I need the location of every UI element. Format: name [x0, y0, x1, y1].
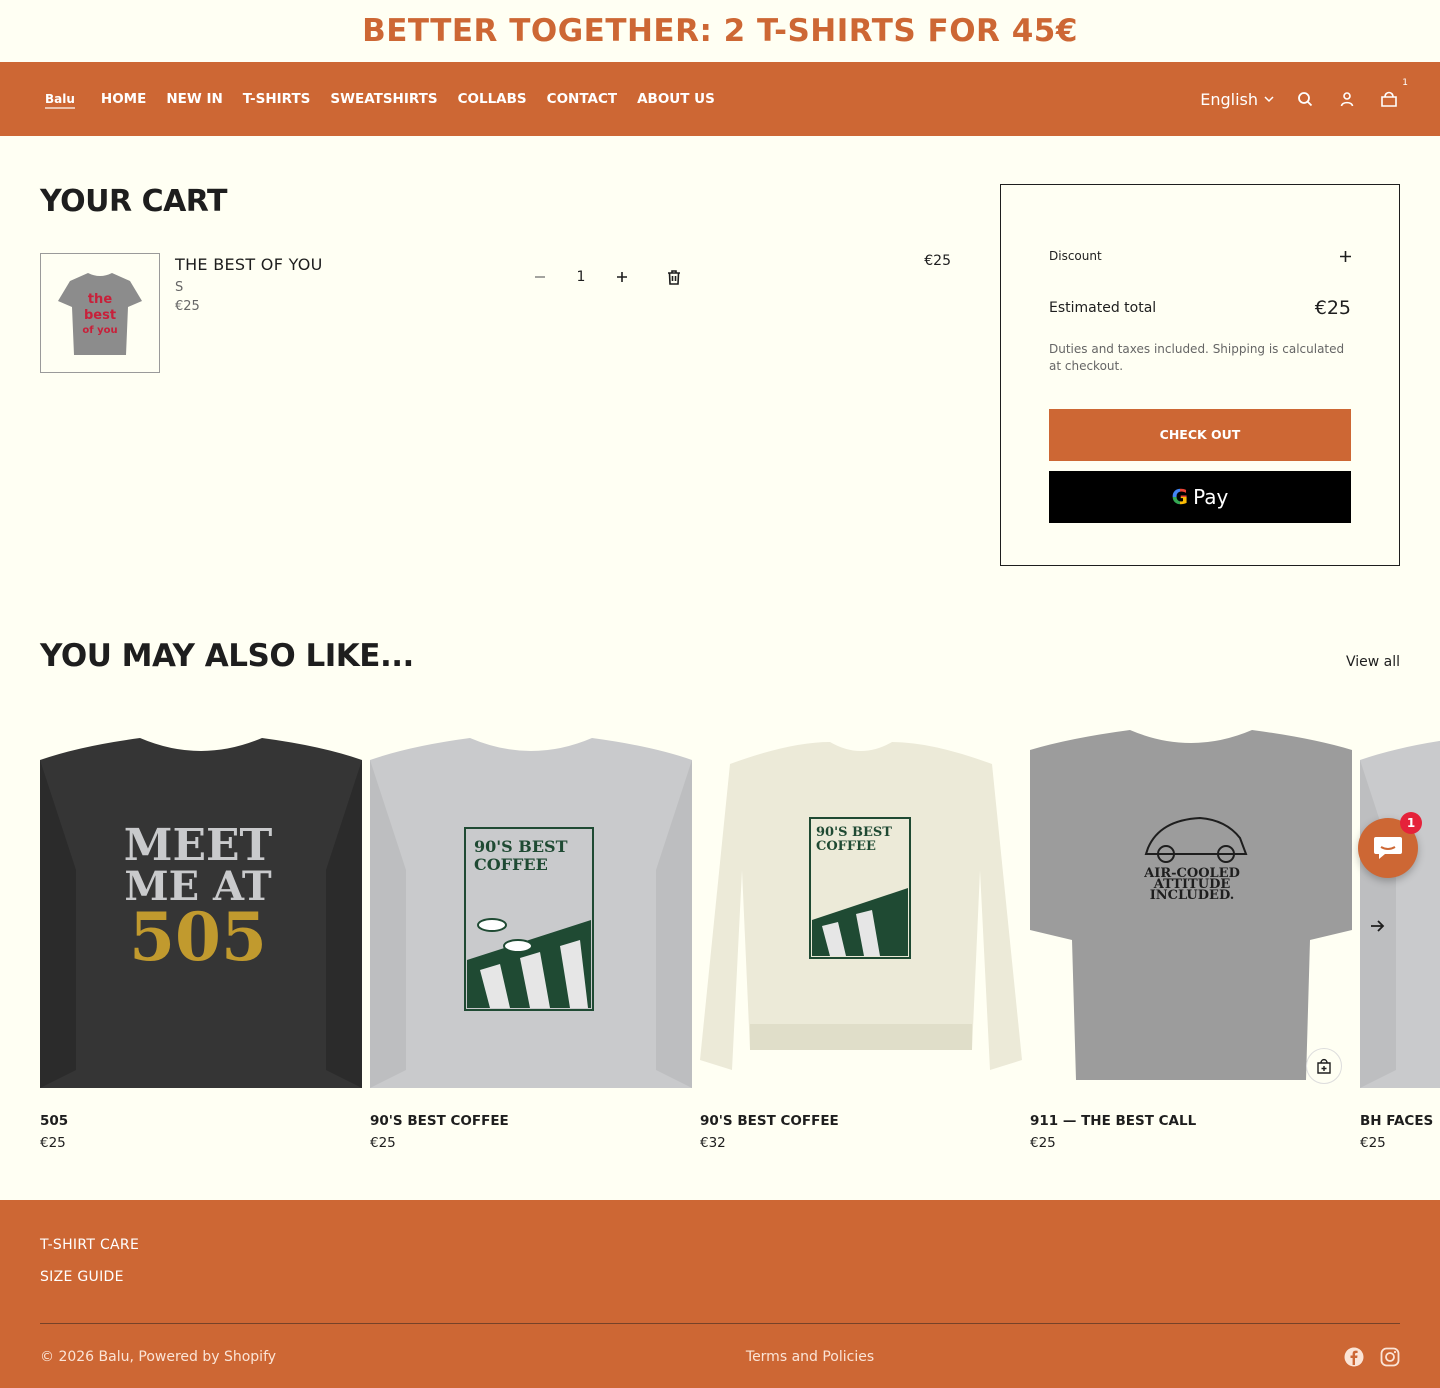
nav-item-home[interactable]: HOME — [101, 91, 146, 107]
product-name[interactable]: 911 — THE BEST CALL — [1030, 1113, 1352, 1129]
cart-line-item: the best of you THE BEST OF YOU S €25 1 … — [40, 253, 960, 373]
print-line-1: 90'S BEST — [474, 837, 568, 856]
nav-item-collabs[interactable]: COLLABS — [458, 91, 527, 107]
copyright[interactable]: © 2026 Balu, Powered by Shopify — [40, 1349, 276, 1365]
site-footer: T-SHIRT CARE SIZE GUIDE © 2026 Balu, Pow… — [0, 1200, 1440, 1388]
nav-item-sweatshirts[interactable]: SWEATSHIRTS — [330, 91, 437, 107]
cart-line-total: €25 — [924, 253, 951, 269]
cart-item-variant: S — [175, 280, 184, 295]
product-price: €25 — [370, 1135, 396, 1151]
product-card[interactable]: MEET ME AT 505 505 €25 — [40, 720, 362, 1151]
product-name[interactable]: 90'S BEST COFFEE — [370, 1113, 692, 1129]
estimated-total-row: Estimated total €25 — [1049, 297, 1351, 319]
tax-note: Duties and taxes included. Shipping is c… — [1049, 342, 1345, 374]
announcement-text: BETTER TOGETHER: 2 T-SHIRTS FOR 45€ — [362, 13, 1078, 49]
google-pay-button[interactable]: G Pay — [1049, 470, 1351, 523]
bag-plus-icon — [1317, 1058, 1331, 1074]
product-price: €25 — [1030, 1135, 1056, 1151]
account-icon[interactable] — [1336, 88, 1358, 110]
quantity-stepper: 1 — [530, 265, 632, 289]
cart-item-unit-price: €25 — [175, 299, 200, 314]
estimated-total-value: €25 — [1314, 297, 1351, 319]
language-selector[interactable]: English — [1200, 90, 1274, 109]
product-card[interactable]: 90'S BEST COFFEE 90'S BEST COFFEE €25 — [370, 720, 692, 1151]
footer-link-t-shirt-care[interactable]: T-SHIRT CARE — [40, 1237, 1400, 1253]
product-card[interactable]: AIR-COOLED ATTITUDE INCLUDED. 911 — THE … — [1030, 720, 1352, 1151]
view-all-link[interactable]: View all — [1346, 654, 1400, 670]
discount-label: Discount — [1049, 249, 1102, 263]
google-icon: G — [1171, 484, 1189, 509]
cart-item-image[interactable]: the best of you — [40, 253, 160, 373]
cart-icon[interactable]: 1 — [1378, 78, 1408, 110]
product-image[interactable]: MEET ME AT 505 — [40, 720, 362, 1088]
product-price: €25 — [40, 1135, 66, 1151]
cart-item-name[interactable]: THE BEST OF YOU — [175, 255, 323, 274]
chevron-down-icon — [1264, 96, 1274, 103]
carousel-next-button[interactable] — [1364, 912, 1392, 940]
quantity-decrease-button[interactable] — [530, 265, 550, 289]
minus-icon — [535, 276, 545, 278]
chat-icon — [1374, 837, 1402, 859]
announcement-bar: BETTER TOGETHER: 2 T-SHIRTS FOR 45€ — [0, 0, 1440, 62]
social-links — [1344, 1347, 1400, 1367]
site-logo[interactable]: Balu — [45, 92, 75, 109]
remove-item-button[interactable] — [664, 267, 684, 287]
footer-links: T-SHIRT CARE SIZE GUIDE — [40, 1200, 1400, 1285]
tee-print-line-1: the — [88, 292, 112, 307]
cart-count-badge: 1 — [1402, 78, 1408, 88]
product-image[interactable]: 90'S BEST COFFEE — [370, 720, 692, 1088]
product-card[interactable]: 90'S BEST COFFEE 90'S BEST COFFEE €32 — [700, 720, 1022, 1151]
footer-bottom: © 2026 Balu, Powered by Shopify Terms an… — [40, 1347, 1400, 1367]
print-line-3: 505 — [129, 898, 267, 976]
trash-icon — [668, 269, 680, 285]
plus-icon — [617, 272, 627, 282]
product-image[interactable]: AIR-COOLED ATTITUDE INCLUDED. — [1030, 720, 1352, 1088]
header-actions: English 1 — [1200, 78, 1408, 110]
quantity-increase-button[interactable] — [612, 265, 632, 289]
tee-print-line-3: of you — [82, 325, 117, 336]
print-line-1: 90'S BEST — [816, 825, 892, 840]
product-name[interactable]: BH FACES — [1360, 1113, 1440, 1129]
recommendations-title: YOU MAY ALSO LIKE... — [40, 638, 414, 674]
estimated-total-label: Estimated total — [1049, 300, 1157, 316]
product-price: €25 — [1360, 1135, 1386, 1151]
instagram-icon[interactable] — [1380, 1347, 1400, 1367]
nav-item-new-in[interactable]: NEW IN — [166, 91, 222, 107]
chat-button[interactable]: 1 — [1358, 812, 1422, 878]
product-name[interactable]: 90'S BEST COFFEE — [700, 1113, 1022, 1129]
tee-print-line-2: best — [84, 308, 116, 323]
policies-link[interactable]: Terms and Policies — [746, 1349, 874, 1365]
nav-item-t-shirts[interactable]: T-SHIRTS — [243, 91, 311, 107]
search-icon[interactable] — [1294, 88, 1316, 110]
print-line-2: COFFEE — [474, 855, 548, 874]
nav-item-contact[interactable]: CONTACT — [547, 91, 617, 107]
product-image[interactable]: 90'S BEST COFFEE — [700, 720, 1022, 1088]
print-line-3: INCLUDED. — [1150, 888, 1235, 903]
print-line-2: COFFEE — [816, 839, 876, 854]
language-label: English — [1200, 89, 1258, 109]
google-pay-label: Pay — [1193, 484, 1229, 509]
discount-toggle[interactable]: Discount — [1049, 249, 1351, 263]
footer-divider — [40, 1323, 1400, 1324]
chat-unread-badge: 1 — [1400, 812, 1422, 834]
facebook-icon[interactable] — [1344, 1347, 1364, 1367]
quick-add-button[interactable] — [1306, 1048, 1342, 1084]
cart-title: YOUR CART — [40, 184, 228, 219]
footer-link-size-guide[interactable]: SIZE GUIDE — [40, 1269, 1400, 1285]
plus-icon — [1340, 250, 1351, 262]
order-summary: Discount Estimated total €25 Duties and … — [1000, 184, 1400, 566]
cart-section: YOUR CART the best of you THE BEST OF YO… — [40, 184, 960, 373]
arrow-right-icon — [1371, 920, 1385, 932]
product-carousel: MEET ME AT 505 505 €25 90'S BEST COFFEE — [40, 720, 1440, 1160]
site-header: Balu HOME NEW IN T-SHIRTS SWEATSHIRTS CO… — [0, 62, 1440, 136]
checkout-button[interactable]: CHECK OUT — [1049, 408, 1351, 461]
product-price: €32 — [700, 1135, 726, 1151]
product-image[interactable] — [1360, 720, 1440, 1088]
cart-item-info: THE BEST OF YOU S €25 — [175, 255, 323, 314]
nav-item-about-us[interactable]: ABOUT US — [637, 91, 715, 107]
quantity-input[interactable]: 1 — [550, 269, 612, 285]
main-nav: HOME NEW IN T-SHIRTS SWEATSHIRTS COLLABS… — [101, 91, 715, 107]
product-name[interactable]: 505 — [40, 1113, 362, 1129]
